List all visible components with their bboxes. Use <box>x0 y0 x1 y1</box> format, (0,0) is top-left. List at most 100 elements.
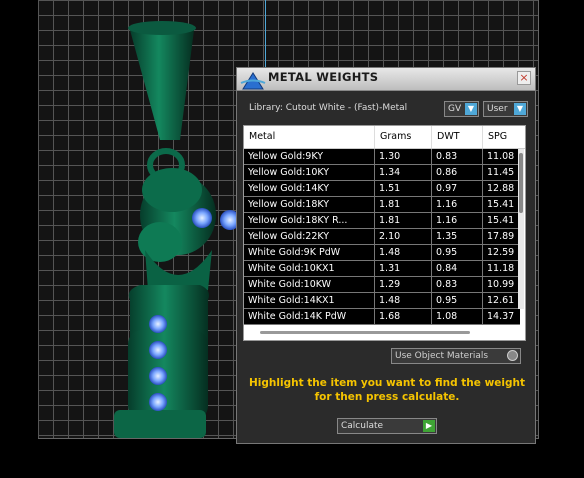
column-divider <box>374 245 375 260</box>
dwt-cell: 0.95 <box>436 295 458 306</box>
column-divider <box>431 229 432 244</box>
column-divider <box>431 165 432 180</box>
table-row[interactable]: Yellow Gold:22KY 2.10 1.35 17.89 <box>244 229 520 245</box>
scrollbar-thumb[interactable] <box>260 331 470 334</box>
table-row[interactable]: White Gold:10KX1 1.31 0.84 11.18 <box>244 261 520 277</box>
column-divider <box>374 261 375 276</box>
column-divider <box>431 149 432 164</box>
calculate-label: Calculate <box>341 421 384 431</box>
column-divider <box>374 197 375 212</box>
user-dropdown-label: User <box>487 104 508 114</box>
use-object-materials-label: Use Object Materials <box>395 351 489 361</box>
metal-name-cell: White Gold:9K PdW <box>248 247 341 258</box>
dwt-cell: 1.16 <box>436 199 458 210</box>
dwt-cell: 0.97 <box>436 183 458 194</box>
table-row[interactable]: Yellow Gold:9KY 1.30 0.83 11.08 <box>244 149 520 165</box>
grams-cell: 1.81 <box>379 215 401 226</box>
column-divider <box>374 229 375 244</box>
chevron-down-icon: ▼ <box>465 103 477 115</box>
table-row[interactable]: Yellow Gold:10KY 1.34 0.86 11.45 <box>244 165 520 181</box>
column-divider <box>482 149 483 164</box>
column-divider <box>374 181 375 196</box>
table-row[interactable]: White Gold:9K PdW 1.48 0.95 12.59 <box>244 245 520 261</box>
grams-cell: 1.51 <box>379 183 401 194</box>
dwt-cell: 0.86 <box>436 167 458 178</box>
table-row[interactable]: Yellow Gold:14KY 1.51 0.97 12.88 <box>244 181 520 197</box>
column-divider <box>482 245 483 260</box>
metal-name-cell: White Gold:10KX1 <box>248 263 335 274</box>
vertical-scrollbar[interactable] <box>518 149 524 309</box>
scrollbar-thumb[interactable] <box>519 153 523 213</box>
spg-cell: 14.37 <box>487 311 515 322</box>
column-header-dwt[interactable]: DWT <box>437 131 460 142</box>
column-divider <box>374 213 375 228</box>
column-divider <box>431 309 432 324</box>
metal-name-cell: Yellow Gold:9KY <box>248 151 324 162</box>
column-divider <box>374 149 375 164</box>
hint-text: Highlight the item you want to find the … <box>247 376 527 404</box>
library-label: Library: Cutout White - (Fast)-Metal <box>249 103 408 113</box>
dwt-cell: 0.84 <box>436 263 458 274</box>
grams-cell: 1.29 <box>379 279 401 290</box>
table-row[interactable]: Yellow Gold:18KY R... 1.81 1.16 15.41 <box>244 213 520 229</box>
column-divider <box>482 213 483 228</box>
grams-cell: 1.68 <box>379 311 401 322</box>
table-row[interactable]: White Gold:14K PdW 1.68 1.08 14.37 <box>244 309 520 325</box>
column-divider <box>482 309 483 324</box>
column-divider <box>431 293 432 308</box>
table-row[interactable]: White Gold:14KX1 1.48 0.95 12.61 <box>244 293 520 309</box>
app-logo-icon <box>240 72 266 90</box>
dwt-cell: 1.35 <box>436 231 458 242</box>
metal-name-cell: Yellow Gold:18KY R... <box>248 215 348 226</box>
column-divider <box>431 277 432 292</box>
user-dropdown[interactable]: User ▼ <box>483 101 528 117</box>
gv-dropdown[interactable]: GV ▼ <box>444 101 479 117</box>
dialog-title: METAL WEIGHTS <box>268 70 379 84</box>
table-header: Metal Grams DWT SPG <box>244 126 525 149</box>
column-divider <box>482 229 483 244</box>
metal-name-cell: Yellow Gold:14KY <box>248 183 330 194</box>
dwt-cell: 0.95 <box>436 247 458 258</box>
axis-line <box>265 0 266 68</box>
calculate-dropdown[interactable]: Calculate ▶ <box>337 418 437 434</box>
metal-weights-dialog: METAL WEIGHTS × Library: Cutout White - … <box>236 67 536 444</box>
column-divider <box>482 165 483 180</box>
grams-cell: 1.34 <box>379 167 401 178</box>
gv-dropdown-label: GV <box>448 104 462 114</box>
metal-name-cell: Yellow Gold:18KY <box>248 199 330 210</box>
column-header-metal[interactable]: Metal <box>249 131 275 142</box>
table-row[interactable]: Yellow Gold:18KY 1.81 1.16 15.41 <box>244 197 520 213</box>
table-row[interactable]: White Gold:10KW 1.29 0.83 10.99 <box>244 277 520 293</box>
table-body: Yellow Gold:9KY 1.30 0.83 11.08 Yellow Gold:… <box>244 149 520 325</box>
metal-name-cell: White Gold:14KX1 <box>248 295 335 306</box>
close-icon[interactable]: × <box>517 71 531 85</box>
grams-cell: 1.30 <box>379 151 401 162</box>
metal-name-cell: White Gold:10KW <box>248 279 332 290</box>
column-divider <box>482 197 483 212</box>
column-divider <box>374 165 375 180</box>
column-divider <box>431 213 432 228</box>
column-divider <box>374 293 375 308</box>
column-divider <box>482 293 483 308</box>
column-divider <box>431 181 432 196</box>
dwt-cell: 0.83 <box>436 151 458 162</box>
column-divider <box>374 309 375 324</box>
column-header-grams[interactable]: Grams <box>380 131 411 142</box>
grams-cell: 1.81 <box>379 199 401 210</box>
play-icon[interactable]: ▶ <box>423 420 435 432</box>
dialog-titlebar[interactable]: METAL WEIGHTS × <box>237 68 535 91</box>
use-object-materials-toggle[interactable]: Use Object Materials <box>391 348 521 364</box>
column-divider <box>431 197 432 212</box>
metal-name-cell: Yellow Gold:10KY <box>248 167 330 178</box>
dwt-cell: 0.83 <box>436 279 458 290</box>
metal-table: Metal Grams DWT SPG Yellow Gold:9KY 1.30 0… <box>243 125 526 341</box>
column-header-spg[interactable]: SPG <box>488 131 507 142</box>
column-divider <box>431 245 432 260</box>
chevron-down-icon: ▼ <box>514 103 526 115</box>
metal-name-cell: White Gold:14K PdW <box>248 311 347 322</box>
metal-name-cell: Yellow Gold:22KY <box>248 231 330 242</box>
hint-line-2: for then press calculate. <box>314 391 460 403</box>
pendant-model[interactable] <box>100 0 240 440</box>
column-divider <box>482 277 483 292</box>
horizontal-scrollbar[interactable] <box>246 326 516 338</box>
